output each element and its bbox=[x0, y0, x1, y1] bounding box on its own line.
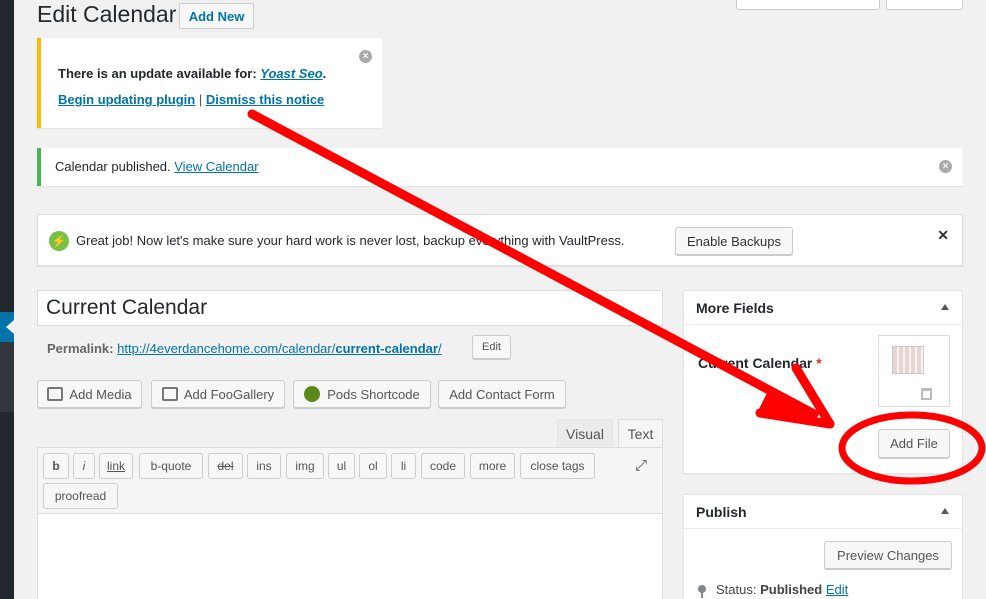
add-contact-form-button[interactable]: Add Contact Form bbox=[438, 380, 566, 408]
dismiss-icon[interactable]: × bbox=[939, 160, 952, 173]
more-fields-box: More Fields Current Calendar * Add File bbox=[683, 290, 963, 474]
collapse-icon[interactable] bbox=[941, 508, 949, 514]
yoast-plugin-link[interactable]: Yoast Seo bbox=[260, 66, 322, 81]
admin-menu-strip bbox=[0, 0, 14, 599]
update-notice-actions: Begin updating plugin | Dismiss this not… bbox=[58, 92, 325, 107]
post-title-input[interactable]: Current Calendar bbox=[37, 290, 663, 326]
tab-visual[interactable]: Visual bbox=[557, 419, 613, 447]
publish-status: Status: Published Edit bbox=[698, 582, 848, 598]
dismiss-icon[interactable]: × bbox=[359, 50, 372, 63]
qt-more-button[interactable]: more bbox=[470, 453, 515, 479]
qt-close-tags-button[interactable]: close tags bbox=[520, 453, 595, 479]
qt-li-button[interactable]: li bbox=[391, 453, 416, 479]
publish-box: Publish Preview Changes Status: Publishe… bbox=[683, 494, 963, 599]
foogallery-icon bbox=[161, 387, 178, 401]
active-menu-arrow-icon bbox=[6, 320, 14, 334]
collapse-icon[interactable] bbox=[941, 304, 949, 310]
pods-shortcode-button[interactable]: Pods Shortcode bbox=[293, 380, 431, 408]
qt-ol-button[interactable]: ol bbox=[359, 453, 387, 479]
qt-proofread-button[interactable]: proofread bbox=[43, 483, 118, 509]
vaultpress-message: Great job! Now let's make sure your hard… bbox=[76, 233, 625, 248]
qt-bold-button[interactable]: b bbox=[43, 453, 69, 479]
published-notice: Calendar published. View Calendar × bbox=[37, 148, 963, 186]
add-new-button[interactable]: Add New bbox=[179, 3, 254, 29]
vaultpress-notice: ⚡ Great job! Now let's make sure your ha… bbox=[37, 214, 963, 266]
preview-changes-button[interactable]: Preview Changes bbox=[824, 541, 952, 569]
admin-menu-section bbox=[0, 342, 14, 412]
close-icon[interactable]: ✕ bbox=[937, 227, 949, 244]
permalink-label: Permalink: bbox=[47, 341, 114, 356]
page-title: Edit Calendar bbox=[37, 1, 177, 27]
dismiss-notice-link[interactable]: Dismiss this notice bbox=[206, 92, 324, 107]
permalink-link[interactable]: http://4everdancehome.com/calendar/curre… bbox=[117, 341, 441, 356]
file-thumbnail bbox=[878, 335, 950, 407]
tab-text[interactable]: Text bbox=[618, 419, 663, 447]
pin-icon bbox=[698, 584, 706, 598]
quicktags-toolbar: b i link b-quote del ins img ul ol li co… bbox=[37, 447, 663, 513]
qt-link-button[interactable]: link bbox=[99, 453, 133, 479]
calendar-thumbnail-image bbox=[892, 346, 924, 374]
add-file-button[interactable]: Add File bbox=[878, 429, 950, 458]
vaultpress-logo-icon: ⚡ bbox=[49, 231, 69, 251]
begin-update-link[interactable]: Begin updating plugin bbox=[58, 92, 195, 107]
published-notice-text: Calendar published. View Calendar bbox=[55, 159, 259, 174]
editor-textarea[interactable] bbox=[37, 513, 663, 599]
qt-img-button[interactable]: img bbox=[286, 453, 324, 479]
qt-ins-button[interactable]: ins bbox=[247, 453, 281, 479]
more-fields-header[interactable]: More Fields bbox=[684, 291, 962, 325]
permalink-row: Permalink: http://4everdancehome.com/cal… bbox=[47, 341, 442, 356]
qt-del-button[interactable]: del bbox=[208, 453, 243, 479]
fullscreen-icon[interactable]: ⤢ bbox=[635, 458, 651, 474]
required-marker: * bbox=[816, 355, 822, 371]
add-media-icon bbox=[47, 387, 64, 401]
edit-permalink-button[interactable]: Edit bbox=[472, 335, 511, 359]
publish-header[interactable]: Publish bbox=[684, 495, 962, 529]
qt-italic-button[interactable]: i bbox=[73, 453, 95, 479]
qt-code-button[interactable]: code bbox=[421, 453, 465, 479]
enable-backups-button[interactable]: Enable Backups bbox=[675, 227, 793, 255]
add-foogallery-button[interactable]: Add FooGallery bbox=[151, 380, 285, 408]
current-calendar-field-label: Current Calendar * bbox=[698, 355, 822, 371]
pods-icon bbox=[304, 386, 321, 402]
add-media-button[interactable]: Add Media bbox=[37, 380, 142, 408]
trash-icon[interactable] bbox=[921, 388, 932, 400]
status-edit-link[interactable]: Edit bbox=[826, 582, 848, 597]
help-button[interactable] bbox=[886, 0, 963, 10]
update-notice-text: There is an update available for: Yoast … bbox=[58, 66, 327, 81]
qt-bquote-button[interactable]: b-quote bbox=[139, 453, 203, 479]
update-notice: There is an update available for: Yoast … bbox=[37, 38, 382, 128]
view-calendar-link[interactable]: View Calendar bbox=[174, 159, 258, 174]
qt-ul-button[interactable]: ul bbox=[328, 453, 355, 479]
screen-options-button[interactable] bbox=[736, 0, 880, 10]
